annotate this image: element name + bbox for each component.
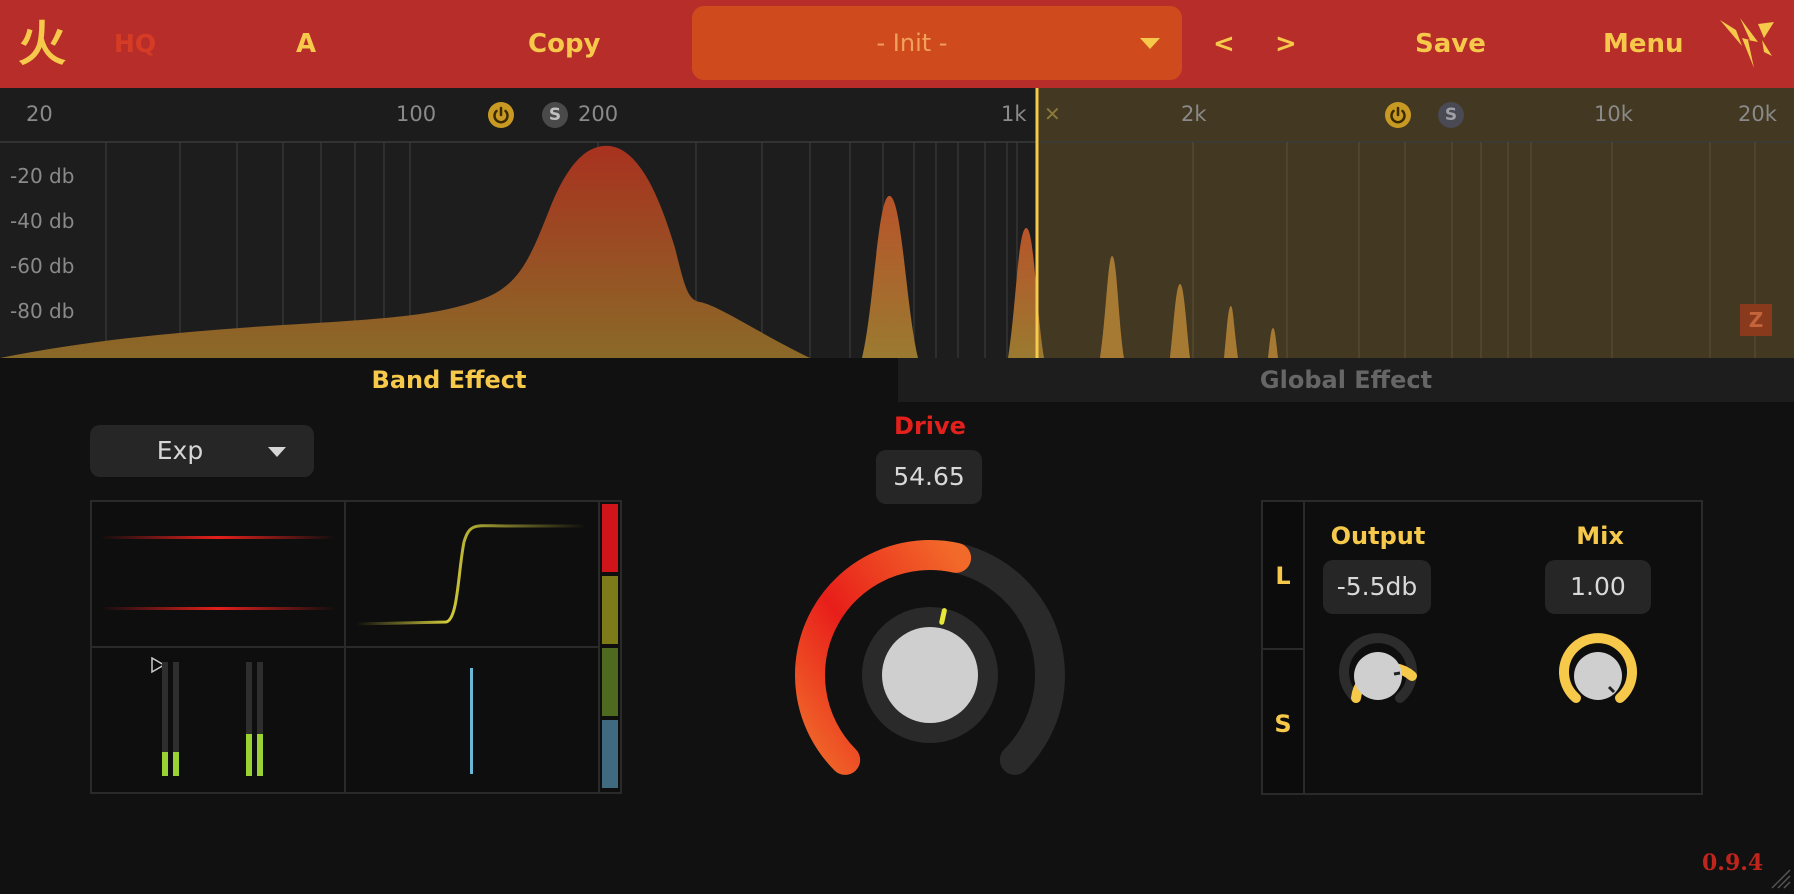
preset-selector[interactable]: - Init - — [692, 6, 1182, 80]
resize-handle-icon[interactable] — [1768, 866, 1792, 890]
chevron-down-icon — [1140, 38, 1160, 49]
meter-panel — [90, 646, 346, 794]
output-label: Output — [1330, 522, 1426, 550]
logo-icon: 火 — [18, 16, 67, 72]
db-label: -20 db — [10, 164, 75, 188]
freq-label: 20k — [1738, 102, 1777, 126]
drive-value[interactable]: 54.65 — [876, 450, 982, 504]
db-label: -60 db — [10, 254, 75, 278]
channel-left-button[interactable]: L — [1263, 562, 1303, 590]
band1-power-button[interactable] — [488, 102, 514, 128]
freq-label: 2k — [1181, 102, 1207, 126]
power-icon — [493, 106, 509, 124]
mode-dropdown[interactable]: Exp — [90, 425, 314, 477]
shaper-curve — [355, 524, 586, 626]
freq-label: 1k — [1001, 102, 1027, 126]
preset-name: - Init - — [876, 29, 948, 57]
top-bar: 火 HQ A Copy - Init - < > Save Menu — [0, 0, 1794, 88]
drive-label: Drive — [894, 412, 966, 440]
version-label: 0.9.4 — [1702, 850, 1764, 876]
band-color-strip — [598, 500, 622, 794]
mix-label: Mix — [1576, 522, 1624, 550]
mix-knob[interactable] — [1548, 626, 1648, 726]
db-label: -40 db — [10, 209, 75, 233]
power-icon — [1390, 106, 1406, 124]
mix-value[interactable]: 1.00 — [1545, 560, 1651, 614]
band2-solo-button[interactable]: S — [1438, 102, 1464, 128]
output-value[interactable]: -5.5db — [1323, 560, 1431, 614]
channel-side-button[interactable]: S — [1263, 710, 1303, 738]
freq-label: 10k — [1594, 102, 1633, 126]
mode-value: Exp — [156, 436, 204, 465]
menu-button[interactable]: Menu — [1603, 0, 1684, 88]
output-knob[interactable] — [1328, 626, 1428, 726]
spectrum-analyzer[interactable]: 20 100 200 1k 2k 10k 20k S ✕ S -20 db -4… — [0, 88, 1794, 358]
prev-preset-button[interactable]: < — [1213, 0, 1235, 88]
transfer-panel — [90, 500, 346, 648]
freq-label: 20 — [26, 102, 53, 126]
zoom-button[interactable]: Z — [1740, 304, 1772, 336]
phase-scope — [470, 668, 473, 774]
crossover-remove-button[interactable]: ✕ — [1044, 102, 1061, 126]
level-meters — [151, 656, 263, 776]
ab-toggle[interactable]: A — [296, 0, 316, 88]
drive-knob[interactable] — [770, 515, 1090, 815]
band2-power-button[interactable] — [1385, 102, 1411, 128]
brand-logo-icon — [1720, 18, 1774, 68]
curve-panel — [344, 500, 600, 648]
copy-button[interactable]: Copy — [528, 0, 601, 88]
scope-panel — [344, 646, 600, 794]
hq-toggle[interactable]: HQ — [114, 0, 156, 88]
tab-band-effect[interactable]: Band Effect — [0, 358, 898, 402]
chevron-down-icon — [268, 447, 286, 457]
waveform-display — [100, 536, 336, 610]
band1-solo-button[interactable]: S — [542, 102, 568, 128]
tab-global-effect[interactable]: Global Effect — [898, 358, 1794, 402]
db-label: -80 db — [10, 299, 75, 323]
freq-label: 100 — [396, 102, 437, 126]
drive-pointer — [939, 608, 947, 625]
next-preset-button[interactable]: > — [1275, 0, 1297, 88]
freq-label: 200 — [578, 102, 619, 126]
save-button[interactable]: Save — [1415, 0, 1486, 88]
